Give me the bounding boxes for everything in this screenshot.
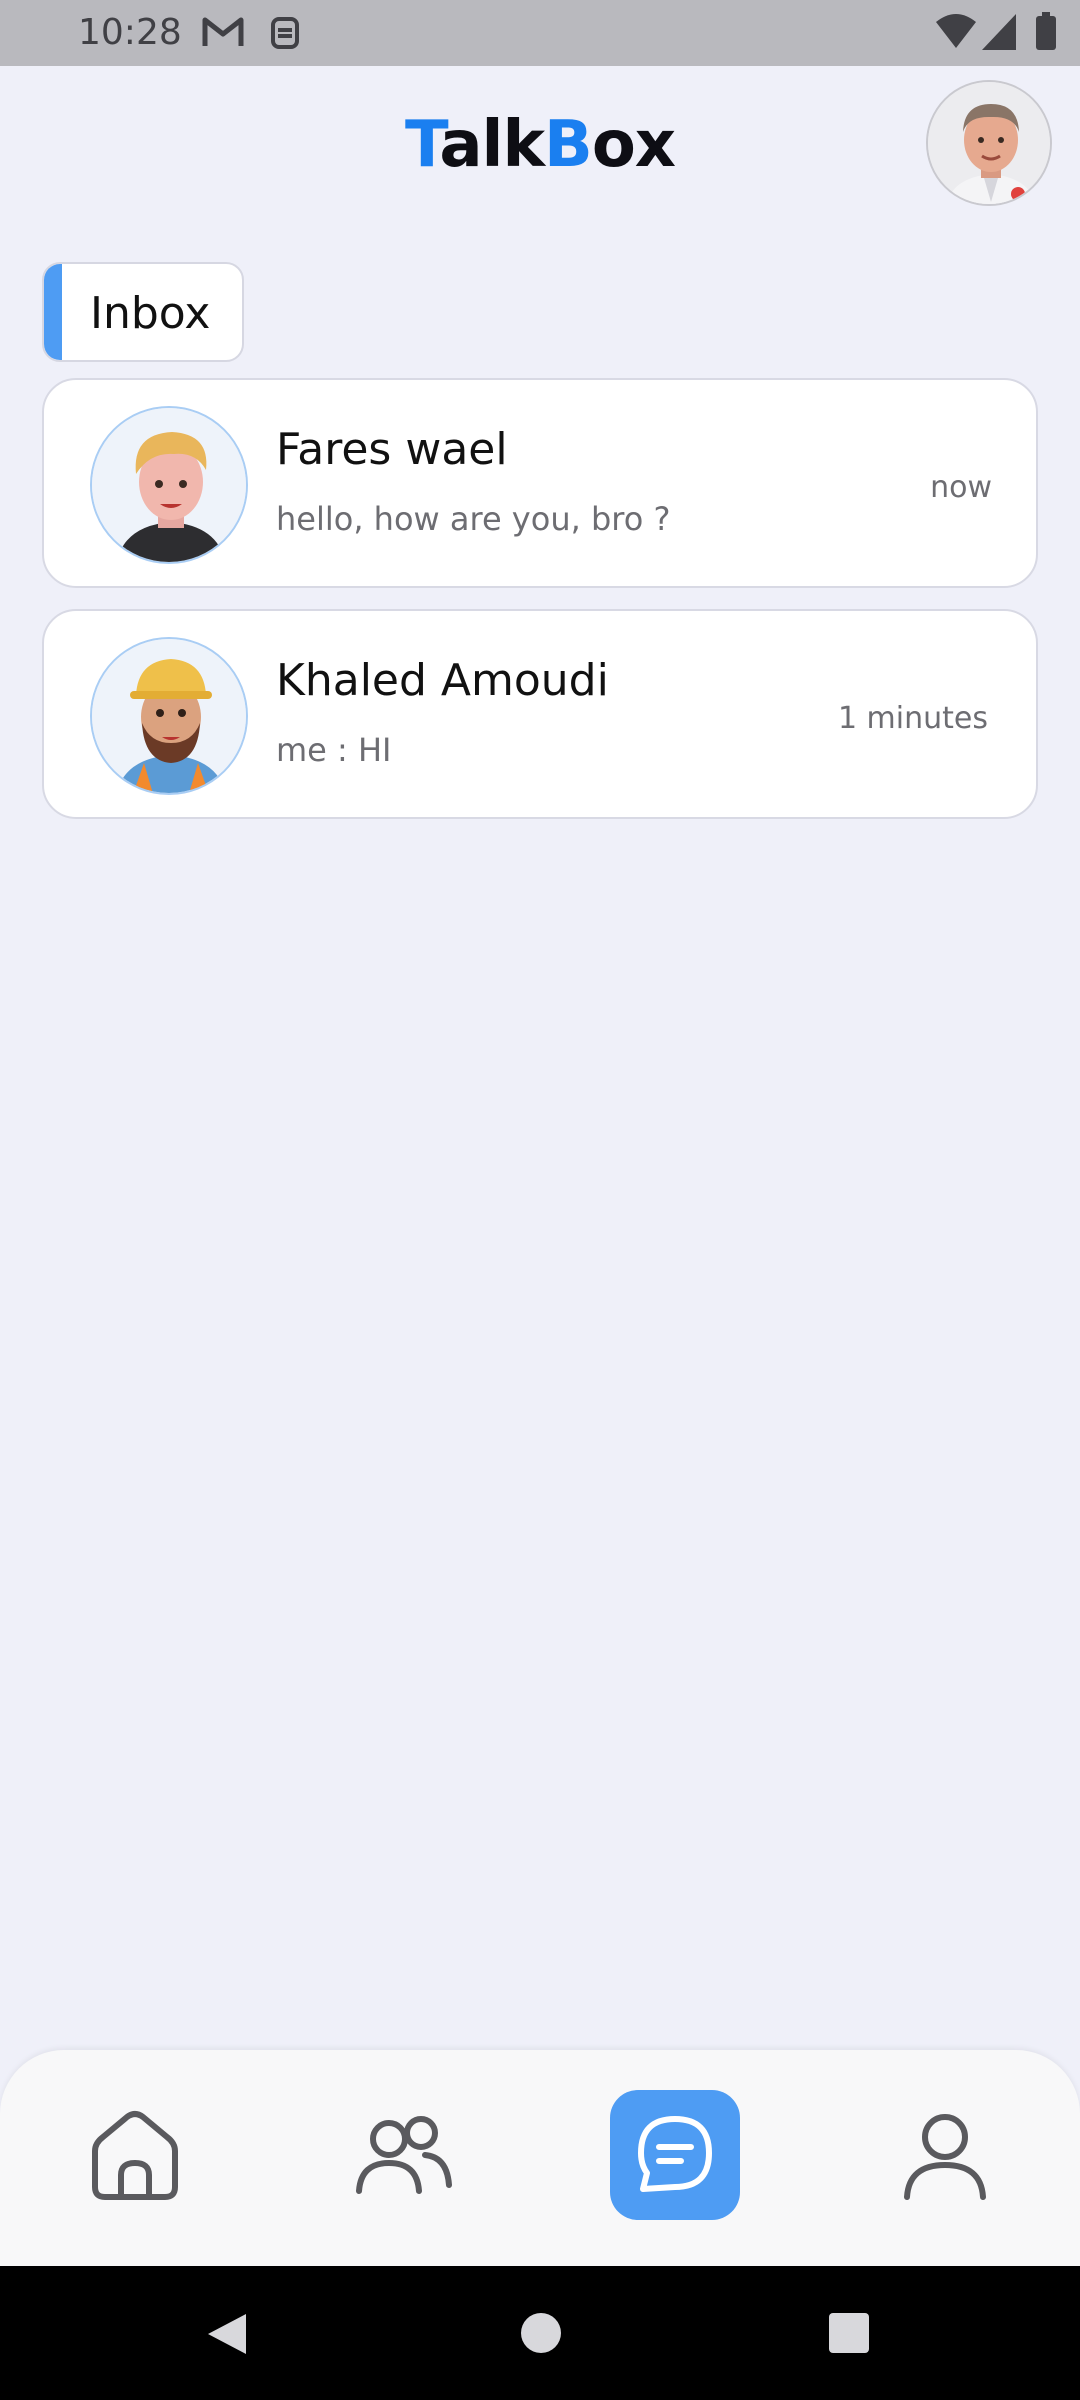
contact-name: Fares wael — [276, 424, 508, 475]
recents-icon[interactable] — [828, 2312, 870, 2358]
message-time: now — [930, 470, 992, 505]
status-time: 10:28 — [78, 12, 182, 53]
inbox-tab-indicator — [44, 264, 62, 360]
battery-icon — [1036, 12, 1056, 54]
message-preview: hello, how are you, bro ? — [276, 500, 671, 538]
nav-chat-button[interactable] — [610, 2090, 740, 2220]
message-preview: me : HI — [276, 731, 392, 769]
status-bar: 10:28 — [0, 0, 1080, 66]
vpn-icon — [270, 16, 300, 54]
system-nav-bar — [0, 2266, 1080, 2400]
app-header: TalkBox — [0, 66, 1080, 226]
profile-avatar[interactable] — [926, 80, 1052, 206]
contact-avatar — [90, 637, 248, 795]
chat-item-fares[interactable]: Fares wael hello, how are you, bro ? now — [42, 378, 1038, 588]
profile-icon — [904, 2114, 986, 2200]
bottom-nav — [0, 2050, 1080, 2266]
home-circle-icon[interactable] — [520, 2312, 562, 2358]
app-title: TalkBox — [404, 108, 676, 182]
gmail-icon — [202, 16, 244, 52]
contact-name: Khaled Amoudi — [276, 655, 609, 706]
chat-item-khaled[interactable]: Khaled Amoudi me : HI 1 minutes — [42, 609, 1038, 819]
friends-icon — [356, 2116, 452, 2194]
contact-avatar — [90, 406, 248, 564]
wifi-icon — [934, 14, 978, 54]
signal-icon — [982, 14, 1016, 54]
inbox-tab[interactable]: Inbox — [42, 262, 244, 362]
message-time: 1 minutes — [837, 701, 988, 736]
home-icon — [92, 2111, 178, 2200]
nav-friends-button[interactable] — [338, 2090, 468, 2220]
nav-profile-button[interactable] — [880, 2090, 1010, 2220]
inbox-tab-label: Inbox — [90, 288, 211, 339]
back-icon[interactable] — [204, 2312, 248, 2360]
nav-home-button[interactable] — [70, 2090, 200, 2220]
chat-icon — [638, 2116, 712, 2192]
